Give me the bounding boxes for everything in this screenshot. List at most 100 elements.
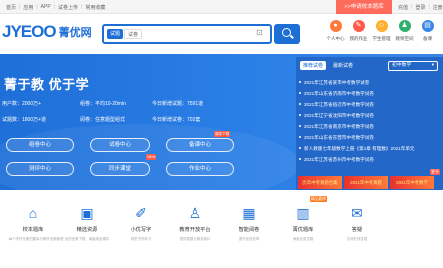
list-item[interactable]: 2021年江苏省宿迁市中考数学试卷 <box>298 99 440 110</box>
search-button[interactable] <box>274 24 300 44</box>
btn-assembly-center[interactable]: 组卷中心 <box>6 138 74 152</box>
hero-banner: 菁于教 优于学 用户数：2000万+ 组卷：平均10-20min 今日新增试题：… <box>0 54 443 190</box>
chat-icon: ✉ <box>351 205 363 221</box>
feature-qa[interactable]: ✉ 答疑 名师在线答疑 <box>330 190 384 268</box>
btn-homework-center[interactable]: 作业中心 <box>166 162 234 176</box>
tab-recommended[interactable]: 推荐试卷 <box>300 61 327 70</box>
btn-paper-center[interactable]: 试卷中心 <box>90 138 150 152</box>
list-item[interactable]: 2021年辽宁省沈阳市中考数学试卷 <box>298 110 440 121</box>
list-item[interactable]: 2021年江苏省南京市中考数学试卷 <box>298 121 440 132</box>
feature-row: ⌂ 校本题库 每个学校专属的题库与教学资源管理 ▣ 精选资源 优质资源下载，海量… <box>0 190 443 268</box>
feature-school-bank[interactable]: ⌂ 校本题库 每个学校专属的题库与教学资源管理 <box>6 190 64 268</box>
badge-courseware: 课件下载 <box>214 131 231 137</box>
feature-title: 教育开放平台 <box>179 227 211 233</box>
book-icon: ▣ <box>80 205 94 221</box>
divider: | <box>53 4 55 10</box>
divider: | <box>36 4 38 10</box>
feature-desc: 海量优质试题 <box>292 237 314 241</box>
feature-desc: 规范书写练习 <box>130 237 152 241</box>
btn-lesson-center[interactable]: 备课中心 <box>166 138 234 152</box>
ad-banner[interactable]: 2021年中考真题 <box>344 176 388 189</box>
feature-resources[interactable]: ▣ 精选资源 优质资源下载，海量精品课件 <box>60 190 114 268</box>
feature-smart-grading[interactable]: ▦ 智能阅卷 提升批改效率 <box>222 190 276 268</box>
search-input[interactable] <box>144 28 244 40</box>
register-link[interactable]: 注册 <box>433 4 443 11</box>
top-links: 首页 | 应用 | APP | 试卷上传 | 常用收藏 <box>6 4 105 11</box>
logo-name: 菁优网 <box>58 27 92 39</box>
feature-badge: 精品题库 <box>310 196 328 202</box>
nav-label: 个人中心 <box>326 36 345 41</box>
lesson-icon: ▤ <box>421 20 434 32</box>
library-icon: ▥ <box>296 205 310 221</box>
btn-sync-class[interactable]: 同步课堂 <box>90 162 150 176</box>
homework-icon: ✎ <box>352 20 365 32</box>
site-logo[interactable]: JYEOO 菁优网 <box>2 22 92 42</box>
camera-icon[interactable]: ⊡ <box>256 28 263 37</box>
feature-title: 精选资源 <box>76 227 98 233</box>
feature-title: 校本题库 <box>22 227 44 233</box>
divider: | <box>428 4 430 10</box>
building-icon: ⌂ <box>28 205 38 221</box>
nav-personal-center[interactable]: ● 个人中心 <box>324 20 347 42</box>
list-item[interactable]: 2021年江苏省苏州市中考数学试卷 <box>298 154 440 165</box>
stat-new-papers: 今日新增试卷：702套 <box>152 117 201 123</box>
list-item[interactable]: 2021年山东省东营市中考数学试卷 <box>298 132 440 143</box>
site-header: JYEOO 菁优网 试题 试卷 ⊡ ● 个人中心 ✎ 我的作业 ☺ 学生管理 ♟… <box>0 14 443 54</box>
feature-desc: 优质资源下载，海量精品课件 <box>64 237 110 241</box>
graduation-icon: ♙ <box>188 205 202 221</box>
feature-desc: 每个学校专属的题库与教学资源管理 <box>8 237 64 241</box>
top-link-apps[interactable]: 应用 <box>23 4 33 11</box>
feature-writing[interactable]: ✐ 小优写字 规范书写练习 <box>114 190 168 268</box>
list-item[interactable]: 2021年山东省济南市中考数学试卷 <box>298 88 440 99</box>
login-link[interactable]: 登录 <box>415 4 425 11</box>
ad-banner[interactable]: 2021年中考数学 <box>390 176 434 189</box>
feature-title: 答疑 <box>351 227 363 233</box>
nav-lesson-prep[interactable]: ▤ 备课 <box>416 20 439 42</box>
teacher-icon: ♟ <box>398 20 411 32</box>
feature-title: 智能阅卷 <box>238 227 260 233</box>
nav-my-homework[interactable]: ✎ 我的作业 <box>347 20 370 42</box>
top-link-upload[interactable]: 试卷上传 <box>58 4 78 11</box>
nav-label: 我的作业 <box>349 36 368 41</box>
stat-grading: 阅卷：任意题型组式 <box>80 117 126 123</box>
stat-questions: 试题数：1800万+道 <box>2 117 47 123</box>
list-item[interactable]: 新人教版七年级数学上册《第1章 有理数》2021年单元 <box>298 143 440 154</box>
hero-slogan: 菁于教 优于学 <box>4 77 90 92</box>
divider: | <box>81 4 83 10</box>
nav-student-management[interactable]: ☺ 学生管理 <box>370 20 393 42</box>
nav-teacher-space[interactable]: ♟ 教师空间 <box>393 20 416 42</box>
feature-open-platform[interactable]: ♙ 教育开放平台 提供数据与服务接口 <box>168 190 222 268</box>
header-nav: ● 个人中心 ✎ 我的作业 ☺ 学生管理 ♟ 教师空间 ▤ 备课 <box>324 20 439 42</box>
feature-desc: 提供数据与服务接口 <box>179 237 211 241</box>
nav-label: 教师空间 <box>395 36 414 41</box>
top-link-home[interactable]: 首页 <box>6 4 16 11</box>
apply-school-bank-button[interactable]: >>申请校本题库 <box>336 0 392 14</box>
search-tab-question[interactable]: 试题 <box>107 29 124 39</box>
recommended-papers-panel: 推荐试卷 最新试卷 初中数学 2021年江苏省某市中考数学试卷 2021年山东省… <box>296 57 443 190</box>
ad-strip: 历年中考真题合集 2021年中考真题 2021年中考数学 <box>298 176 434 189</box>
stat-new-questions: 今日新增试题：7591道 <box>152 101 204 107</box>
divider: | <box>411 4 413 10</box>
more-badge[interactable]: 更多 <box>430 169 440 175</box>
nav-label: 备课 <box>423 36 432 41</box>
tab-latest[interactable]: 最新试卷 <box>330 61 356 70</box>
search-tab-paper[interactable]: 试卷 <box>124 29 143 39</box>
feature-question-library[interactable]: 精品题库 ▥ 菁优题库 海量优质试题 <box>276 190 330 268</box>
feature-title: 菁优题库 <box>292 227 314 233</box>
panel-tabs: 推荐试卷 最新试卷 <box>300 61 356 70</box>
stat-assembly-time: 组卷：平均10-20min <box>80 101 126 107</box>
search-box: 试题 试卷 ⊡ <box>102 24 272 44</box>
nav-label: 学生管理 <box>372 36 391 41</box>
list-item[interactable]: 2021年江苏省某市中考数学试卷 <box>298 77 440 88</box>
scan-icon: ▦ <box>242 205 256 221</box>
students-icon: ☺ <box>375 20 388 32</box>
feature-desc: 名师在线答疑 <box>346 237 368 241</box>
paper-list: 2021年江苏省某市中考数学试卷 2021年山东省济南市中考数学试卷 2021年… <box>298 77 440 165</box>
grade-subject-select[interactable]: 初中数学 <box>388 61 438 71</box>
btn-assessment-center[interactable]: 测评中心 <box>6 162 74 176</box>
recharge-link[interactable]: 充值 <box>398 4 408 11</box>
top-link-favorites[interactable]: 常用收藏 <box>85 4 105 11</box>
user-icon: ● <box>329 20 342 32</box>
top-link-app[interactable]: APP <box>41 4 51 11</box>
ad-banner[interactable]: 历年中考真题合集 <box>298 176 342 189</box>
